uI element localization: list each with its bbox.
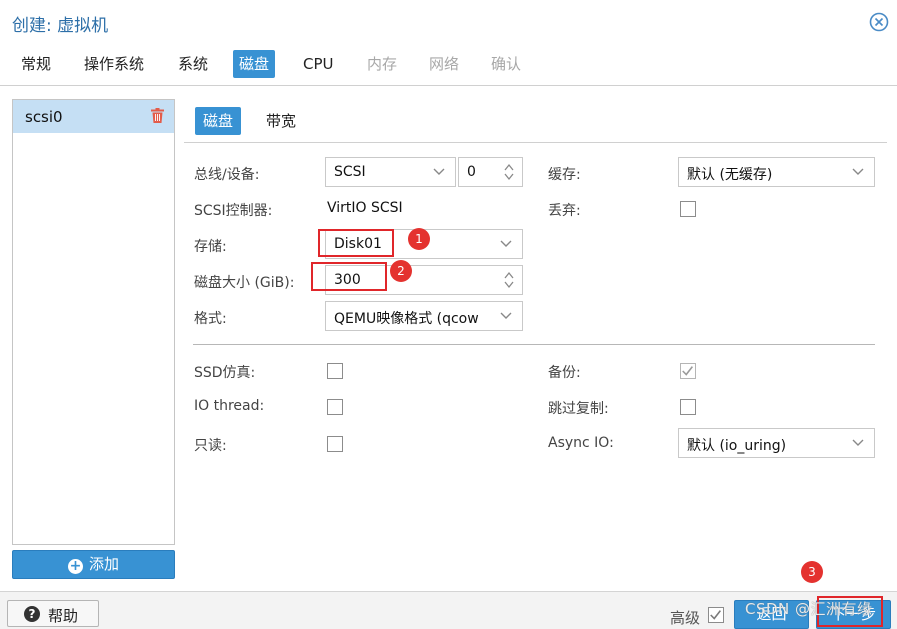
- tab-general[interactable]: 常规: [15, 50, 57, 78]
- async-io-select-value: 默认 (io_uring): [687, 438, 787, 454]
- tab-cpu[interactable]: CPU: [297, 50, 340, 78]
- subtab-bandwidth[interactable]: 带宽: [258, 107, 304, 135]
- checkmark-icon: [682, 366, 693, 376]
- io-thread-checkbox[interactable]: [327, 399, 343, 415]
- tab-os[interactable]: 操作系统: [78, 50, 150, 78]
- spinner-icon[interactable]: [504, 270, 514, 290]
- add-disk-button[interactable]: + 添加: [12, 550, 175, 579]
- scsi-controller-label: SCSI控制器:: [194, 203, 273, 219]
- skip-replication-checkbox[interactable]: [680, 399, 696, 415]
- help-button-label: 帮助: [48, 607, 79, 625]
- readonly-checkbox[interactable]: [327, 436, 343, 452]
- async-io-select[interactable]: 默认 (io_uring): [678, 428, 875, 458]
- chevron-down-icon: [433, 168, 445, 175]
- ssd-emulation-label: SSD仿真:: [194, 365, 256, 381]
- wizard-tabs: 常规 操作系统 系统 磁盘 CPU 内存 网络 确认: [0, 44, 897, 86]
- advanced-label: 高级: [670, 609, 701, 627]
- annotation-badge-3: 3: [801, 561, 823, 583]
- spinner-icon[interactable]: [504, 162, 514, 182]
- discard-checkbox[interactable]: [680, 201, 696, 217]
- device-number-value: 0: [467, 164, 476, 180]
- tab-disk[interactable]: 磁盘: [233, 50, 276, 78]
- readonly-label: 只读:: [194, 438, 227, 454]
- backup-checkbox[interactable]: [680, 363, 696, 379]
- cache-label: 缓存:: [548, 167, 581, 183]
- close-icon[interactable]: [869, 12, 889, 32]
- tab-system[interactable]: 系统: [172, 50, 214, 78]
- trash-icon[interactable]: [151, 108, 164, 123]
- scsi-controller-value: VirtIO SCSI: [327, 200, 403, 216]
- disk-list-item-scsi0[interactable]: scsi0: [13, 100, 174, 133]
- watermark-text: CSDN @汇洲有缘: [745, 600, 873, 618]
- io-thread-label: IO thread:: [194, 398, 265, 414]
- advanced-checkbox[interactable]: [708, 607, 724, 623]
- help-icon: ?: [24, 606, 40, 622]
- format-label: 格式:: [194, 311, 227, 327]
- dialog-titlebar: 创建: 虚拟机: [0, 0, 897, 44]
- annotation-box-size: [311, 262, 387, 291]
- chevron-down-icon: [852, 168, 864, 175]
- bus-select[interactable]: SCSI: [325, 157, 456, 187]
- discard-label: 丢弃:: [548, 203, 581, 219]
- annotation-badge-2: 2: [390, 260, 412, 282]
- skip-replication-label: 跳过复制:: [548, 401, 609, 417]
- format-select-value: QEMU映像格式 (qcow: [334, 311, 479, 327]
- annotation-badge-1: 1: [408, 228, 430, 250]
- chevron-down-icon: [500, 240, 512, 247]
- tab-memory: 内存: [367, 55, 398, 73]
- chevron-down-icon: [852, 439, 864, 446]
- subtab-disk[interactable]: 磁盘: [195, 107, 242, 135]
- storage-label: 存储:: [194, 239, 227, 255]
- dialog-title: 创建: 虚拟机: [12, 16, 109, 36]
- disk-list-item-label: scsi0: [25, 108, 63, 126]
- disk-list: scsi0: [12, 99, 175, 545]
- bus-select-value: SCSI: [334, 164, 366, 180]
- bus-device-label: 总线/设备:: [194, 167, 260, 183]
- plus-icon: +: [67, 558, 83, 574]
- checkmark-icon: [710, 610, 721, 620]
- cache-select[interactable]: 默认 (无缓存): [678, 157, 875, 187]
- ssd-emulation-checkbox[interactable]: [327, 363, 343, 379]
- add-disk-label: 添加: [88, 555, 119, 573]
- backup-label: 备份:: [548, 365, 581, 381]
- device-number-spinner[interactable]: 0: [458, 157, 523, 187]
- tab-network: 网络: [429, 55, 460, 73]
- tab-confirm: 确认: [491, 55, 522, 73]
- chevron-down-icon: [500, 312, 512, 319]
- cache-select-value: 默认 (无缓存): [687, 167, 773, 183]
- annotation-box-storage: [318, 229, 394, 257]
- disk-size-label: 磁盘大小 (GiB):: [194, 275, 295, 291]
- async-io-label: Async IO:: [548, 435, 614, 451]
- format-select[interactable]: QEMU映像格式 (qcow: [325, 301, 523, 331]
- disk-subtabs: 磁盘 带宽: [184, 99, 887, 143]
- help-button[interactable]: ? 帮助: [7, 600, 99, 627]
- section-divider: [193, 344, 875, 345]
